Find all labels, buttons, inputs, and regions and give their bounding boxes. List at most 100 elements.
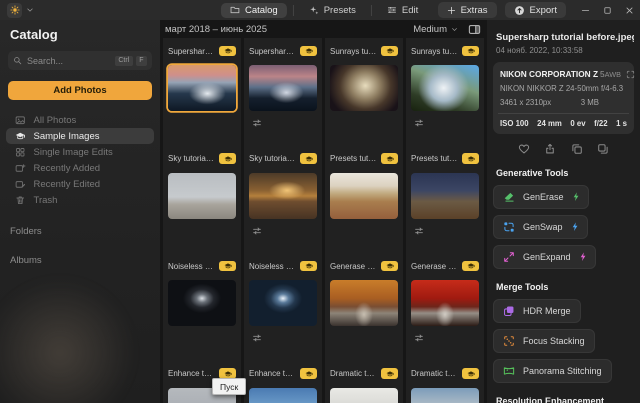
photo-thumbnail[interactable] [411,280,479,326]
photo-cell[interactable]: Dramatic tutoria... [406,361,484,403]
lens-info: NIKON NIKKOR Z 24-50mm f/4-6.3 [500,84,627,93]
extras-label: Extras [461,5,488,16]
edited-icon [252,333,262,343]
edited-icon [414,118,424,128]
close-button[interactable] [618,0,640,20]
catalog-sidebar: Catalog Ctrl F Add Photos All Photos Sam… [0,20,160,403]
genswap-button[interactable]: GenSwap [493,215,588,239]
photo-thumbnail[interactable] [168,280,236,326]
sun-logo-icon [10,5,20,15]
photo-label: Supersharp tuto... [249,47,296,56]
trash-icon [15,195,26,206]
photo-thumbnail[interactable] [168,65,236,111]
heart-icon[interactable] [518,143,530,155]
selected-filename: Supersharp tutorial before.jpeg [493,32,634,43]
section-title: Merge Tools [496,282,634,292]
photo-thumbnail[interactable] [249,280,317,326]
sidebar-item-single-image-edits[interactable]: Single Image Edits [6,144,154,160]
sidebar-item-recently-edited[interactable]: Recently Edited [6,176,154,192]
photo-cell[interactable]: Presets tutorial... [406,146,484,254]
photo-thumbnail[interactable] [330,65,398,111]
sidebar-item-all-photos[interactable]: All Photos [6,112,154,128]
photo-cell[interactable]: Noiseless tutori... [163,253,241,361]
photo-thumbnail[interactable] [330,388,398,403]
photo-cell[interactable]: Supersharp tuto... [163,38,241,146]
minimize-icon [581,6,590,15]
photo-cell[interactable]: Supersharp tuto... [244,38,322,146]
share-icon[interactable] [544,143,556,155]
focus-stacking-button[interactable]: Focus Stacking [493,329,595,353]
photo-cell[interactable]: Sky tutorial befo... [163,146,241,254]
graduation-cap-icon [305,155,313,163]
photo-label: Generase tutori... [411,262,458,271]
graduation-cap-icon [305,47,313,55]
export-button[interactable]: Export [505,2,566,18]
graduation-cap-icon [224,370,232,378]
graduation-cap-icon [386,155,394,163]
photo-thumbnail[interactable] [411,388,479,403]
photo-thumbnail[interactable] [249,388,317,403]
photo-cell[interactable]: Sunrays tutorial... [325,38,403,146]
sidebar-item-label: Single Image Edits [34,147,113,158]
minimize-button[interactable] [574,0,596,20]
search-box[interactable]: Ctrl F [8,51,152,70]
ai-bolt-icon [572,222,578,232]
edited-icon [252,226,262,236]
photo-cell[interactable]: Dramatic tutoria... [325,361,403,403]
tool-label: Focus Stacking [523,336,585,346]
photo-cell[interactable]: Presets tutorial... [325,146,403,254]
titlebar-right: Extras Export [438,0,640,20]
sliders-icon [387,5,397,15]
photo-cell[interactable]: Sunrays tutorial... [406,38,484,146]
genswap-icon [503,221,515,233]
add-photos-button[interactable]: Add Photos [8,81,152,100]
photo-label: Dramatic tutoria... [411,369,458,378]
stack-icon[interactable] [597,143,609,155]
search-input[interactable] [27,56,112,66]
sidebar-item-recently-added[interactable]: Recently Added [6,160,154,176]
graduation-cap-icon [305,262,313,270]
app-logo[interactable] [7,3,22,18]
photo-thumbnail[interactable] [168,173,236,219]
camera-model: NIKON CORPORATION Z [500,69,598,79]
photo-label: Noiseless tutori... [168,262,215,271]
tab-edit[interactable]: Edit [378,3,427,18]
photo-thumbnail[interactable] [330,280,398,326]
genexpand-button[interactable]: GenExpand [493,245,596,269]
sidebar-item-label: Recently Added [34,163,101,174]
toggle-panel-icon[interactable] [468,23,481,36]
maximize-button[interactable] [596,0,618,20]
tool-label: GenErase [523,192,564,202]
graduation-cap-icon [467,155,475,163]
tutorial-badge [219,46,236,57]
photo-cell[interactable]: Enhance tutorial... [244,361,322,403]
photo-thumbnail[interactable] [249,65,317,111]
sidebar-item-trash[interactable]: Trash [6,192,154,208]
thumbnail-size-dropdown[interactable]: Medium [413,24,458,35]
generase-button[interactable]: GenErase [493,185,589,209]
window-controls [574,0,640,20]
photo-cell[interactable]: Sky tutorial after [244,146,322,254]
chevron-down-icon[interactable] [26,6,34,14]
grid-header: март 2018 – июнь 2025 Medium [160,20,487,38]
folders-section-label[interactable]: Folders [0,226,160,237]
sidebar-item-sample-images[interactable]: Sample Images [6,128,154,144]
extras-button[interactable]: Extras [438,2,497,18]
albums-section-label[interactable]: Albums [0,255,160,266]
photo-label: Generase tutori... [330,262,377,271]
photo-cell[interactable]: Generase tutori... [325,253,403,361]
hdr-merge-button[interactable]: HDR Merge [493,299,581,323]
photo-thumbnail[interactable] [411,173,479,219]
panorama-stitching-button[interactable]: Panorama Stitching [493,359,612,383]
photo-thumbnail[interactable] [249,173,317,219]
copy-icon[interactable] [571,143,583,155]
tab-label: Catalog [245,5,278,16]
photo-thumbnail[interactable] [330,173,398,219]
photo-cell[interactable]: Noiseless tutori... [244,253,322,361]
photo-actions [493,143,634,155]
tab-catalog[interactable]: Catalog [221,3,287,18]
exif-setting: 0 ev [570,119,585,128]
photo-thumbnail[interactable] [411,65,479,111]
photo-cell[interactable]: Generase tutori... [406,253,484,361]
tab-presets[interactable]: Presets [300,3,365,18]
